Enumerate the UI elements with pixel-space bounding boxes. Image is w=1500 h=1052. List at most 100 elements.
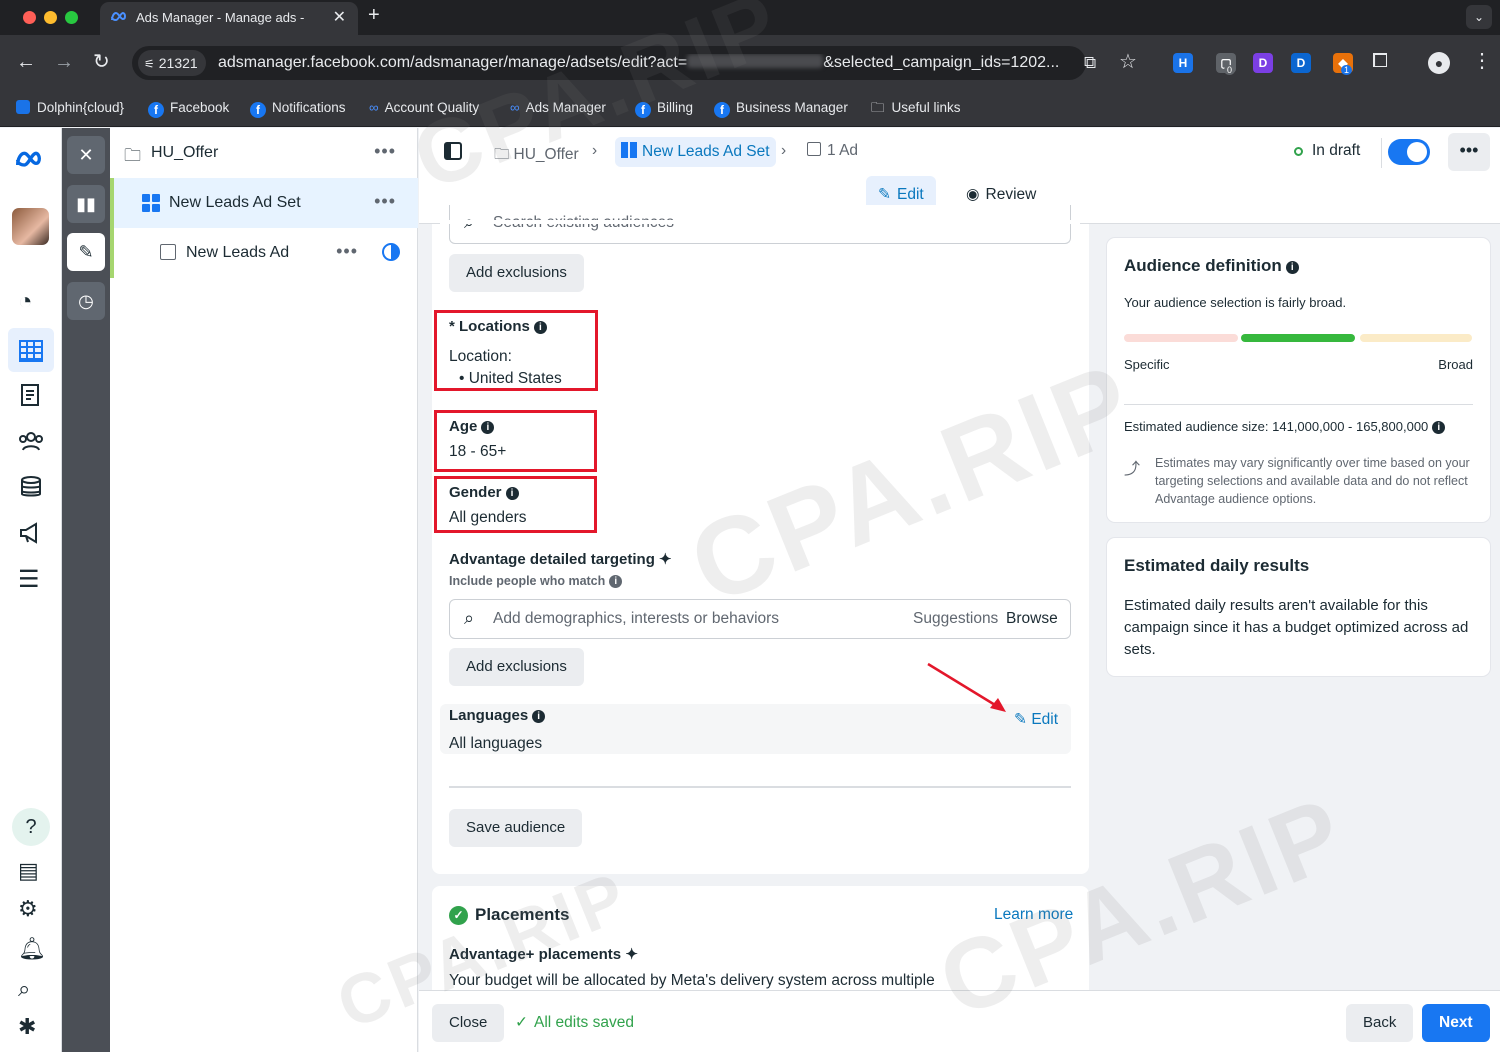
breadcrumb-campaign[interactable]: 🗀 HU_Offer — [494, 142, 579, 169]
bookmark-useful-links[interactable]: 🗀 Useful links — [871, 96, 961, 120]
performance-chart-icon[interactable]: ▮▮ — [67, 185, 105, 223]
more-options-icon[interactable]: ••• — [336, 241, 358, 262]
notifications-bell-icon[interactable]: 🔔︎ — [18, 936, 46, 962]
sparkle-icon: ✦ — [621, 946, 638, 963]
puzzle-extensions-icon[interactable]: ⧠ — [1372, 50, 1388, 72]
more-options-icon[interactable]: ••• — [374, 191, 396, 212]
include-people-label: Include people who match i — [449, 574, 623, 588]
status-toggle[interactable] — [1388, 139, 1430, 165]
close-button[interactable]: Close — [432, 1004, 505, 1042]
edit-pencil-icon[interactable]: ✎ — [67, 233, 105, 271]
billing-stack-icon[interactable] — [18, 474, 44, 500]
extension-dolphin-icon[interactable]: D — [1291, 53, 1311, 73]
bug-report-icon[interactable]: ✱ — [18, 1014, 44, 1040]
bookmark-business-manager[interactable]: f Business Manager — [714, 96, 848, 120]
forward-arrow-icon[interactable]: → — [54, 51, 74, 73]
info-icon[interactable]: i — [532, 710, 546, 723]
audiences-icon[interactable] — [18, 428, 44, 454]
adset-grid-icon — [142, 194, 160, 212]
meter-broad-label: Broad — [1438, 357, 1473, 372]
daily-results-text: Estimated daily results aren't available… — [1124, 597, 1469, 658]
learn-more-link[interactable]: Learn more — [994, 906, 1073, 924]
facebook-icon: f — [148, 102, 164, 118]
browser-tab-bar: Ads Manager - Manage ads - ✕ + ⌄ — [0, 0, 1500, 35]
add-exclusions-button[interactable]: Add exclusions — [449, 254, 584, 292]
age-value[interactable]: 18 - 65+ — [449, 443, 506, 461]
browser-tab[interactable]: Ads Manager - Manage ads - ✕ — [100, 2, 358, 35]
campaigns-table-icon[interactable] — [18, 338, 44, 364]
next-button[interactable]: Next — [1422, 1004, 1490, 1042]
extension-badge: 0 — [1224, 65, 1236, 75]
window-close-button[interactable] — [23, 11, 36, 24]
info-icon[interactable]: i — [505, 487, 519, 500]
reload-icon[interactable]: ↻ — [93, 51, 110, 73]
sparkle-icon: ✦ — [654, 551, 672, 568]
breadcrumb-chevron-icon: › — [592, 142, 598, 159]
info-icon[interactable]: i — [533, 321, 547, 334]
existing-audience-search[interactable]: ⌕ Search existing audiences — [449, 205, 1071, 244]
history-clock-icon[interactable]: ◷ — [67, 282, 105, 320]
extension-d-icon[interactable]: D — [1253, 53, 1273, 73]
header-more-options-icon[interactable]: ••• — [1448, 133, 1490, 171]
profile-avatar-icon[interactable]: ● — [1428, 52, 1450, 74]
kebab-menu-icon[interactable]: ⋮ — [1472, 50, 1492, 72]
tree-item-campaign[interactable]: 🗀 HU_Offer ••• — [110, 128, 418, 178]
info-icon[interactable]: i — [1432, 421, 1446, 434]
bookmark-account-quality[interactable]: ∞ Account Quality — [369, 96, 479, 120]
estimated-daily-results-card: Estimated daily results Estimated daily … — [1107, 538, 1490, 676]
account-avatar[interactable] — [12, 208, 49, 245]
search-icon[interactable]: ⌕ — [18, 976, 44, 1002]
more-options-icon[interactable]: ••• — [374, 141, 396, 162]
scroll-mask — [440, 220, 1080, 224]
address-bar[interactable]: ⚟ 21321 adsmanager.facebook.com/adsmanage… — [132, 46, 1086, 80]
checkmark-icon: ✓ — [515, 1014, 528, 1031]
info-icon[interactable]: i — [481, 421, 495, 434]
info-icon[interactable]: i — [609, 575, 623, 588]
tree-item-adset[interactable]: New Leads Ad Set ••• — [110, 178, 418, 228]
info-icon[interactable]: i — [1285, 261, 1299, 274]
suggestions-link[interactable]: Suggestions — [913, 610, 998, 628]
save-audience-button[interactable]: Save audience — [449, 809, 583, 847]
tab-search-chevron-icon[interactable]: ⌄ — [1466, 5, 1492, 29]
bookmark-star-icon[interactable]: ☆ — [1119, 51, 1137, 73]
locations-label: * Locations i — [449, 318, 547, 335]
bookmark-billing[interactable]: f Billing — [635, 96, 693, 120]
tree-item-ad[interactable]: New Leads Ad ••• — [110, 228, 418, 278]
back-arrow-icon[interactable]: ← — [16, 51, 36, 73]
toggle-panel-icon[interactable] — [444, 142, 462, 160]
megaphone-icon[interactable] — [18, 520, 44, 546]
check-circle-icon: ✓ — [449, 906, 468, 925]
languages-edit-link[interactable]: ✎ Edit — [1014, 710, 1058, 729]
dashboard-gauge-icon[interactable]: ◔ — [18, 288, 44, 315]
breadcrumb-ad[interactable]: 1 Ad — [807, 142, 858, 160]
reports-icon[interactable] — [18, 382, 44, 408]
redacted-account-id — [687, 54, 824, 68]
news-icon[interactable]: ▤ — [18, 858, 44, 884]
bookmark-notifications[interactable]: f Notifications — [250, 96, 346, 120]
detailed-targeting-input[interactable]: ⌕ Add demographics, interests or behavio… — [449, 599, 1071, 639]
breadcrumb-adset[interactable]: New Leads Ad Set — [615, 137, 776, 167]
window-zoom-button[interactable] — [65, 11, 78, 24]
site-info-badge[interactable]: ⚟ 21321 — [138, 50, 206, 76]
browse-link[interactable]: Browse — [1006, 610, 1058, 628]
tab-close-icon[interactable]: ✕ — [333, 7, 346, 27]
window-minimize-button[interactable] — [44, 11, 57, 24]
help-icon[interactable]: ? — [12, 808, 50, 846]
extension-h-icon[interactable]: H — [1173, 53, 1193, 73]
settings-gear-icon[interactable]: ⚙ — [18, 896, 44, 922]
pencil-icon: ✎ — [878, 186, 891, 203]
bookmark-facebook[interactable]: f Facebook — [148, 96, 229, 120]
new-tab-button[interactable]: + — [368, 4, 380, 27]
bookmark-ads-manager[interactable]: ∞ Ads Manager — [510, 96, 606, 120]
install-app-icon[interactable]: ⧉ — [1084, 52, 1096, 74]
meta-logo-icon: ∞ — [369, 100, 379, 115]
add-exclusions-button[interactable]: Add exclusions — [449, 648, 584, 686]
bookmarks-bar: Dolphin{cloud} f Facebook f Notifications … — [0, 91, 1500, 127]
close-editor-icon[interactable]: ✕ — [67, 136, 105, 174]
divider — [1381, 138, 1382, 168]
editor-tool-strip: ✕ ▮▮ ✎ ◷ — [62, 128, 110, 1052]
back-button[interactable]: Back — [1346, 1004, 1414, 1042]
bookmark-dolphin[interactable]: Dolphin{cloud} — [16, 96, 124, 120]
gender-value[interactable]: All genders — [449, 509, 527, 527]
all-tools-menu-icon[interactable]: ☰ — [18, 565, 44, 593]
